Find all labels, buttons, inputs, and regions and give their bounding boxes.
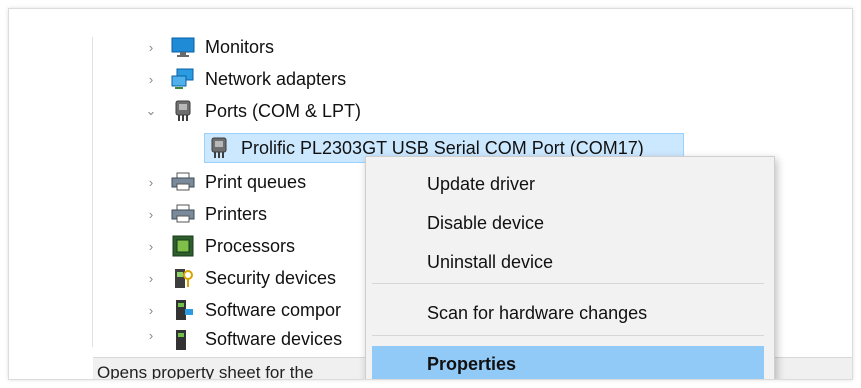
tree-item-monitors[interactable]: › Monitors (145, 33, 274, 61)
port-icon (207, 137, 231, 159)
chevron-down-icon[interactable]: ⌄ (145, 103, 157, 118)
tree-item-printers[interactable]: › Printers (145, 200, 267, 228)
menu-item-label: Properties (427, 354, 517, 374)
chevron-right-icon[interactable]: › (145, 175, 157, 190)
menu-item-uninstall-device[interactable]: Uninstall device (372, 244, 764, 280)
chevron-right-icon[interactable]: › (145, 40, 157, 55)
tree-item-security-devices[interactable]: › Security devices (145, 264, 336, 292)
menu-separator (372, 283, 764, 284)
chevron-right-icon[interactable]: › (145, 207, 157, 222)
chevron-right-icon[interactable]: › (145, 328, 157, 343)
tree-item-label: Printers (205, 203, 268, 224)
tree-item-label: Software devices (205, 329, 343, 349)
tree-item-processors[interactable]: › Processors (145, 232, 295, 260)
status-text: Opens property sheet for the (97, 363, 314, 380)
software-component-icon (171, 299, 195, 321)
tree-item-label: Print queues (205, 171, 307, 192)
port-icon (171, 100, 195, 122)
printer-icon (171, 171, 195, 193)
printer-icon (171, 203, 195, 225)
tree-item-print-queues[interactable]: › Print queues (145, 168, 306, 196)
menu-item-update-driver[interactable]: Update driver (372, 166, 764, 202)
tree-item-label: Monitors (205, 36, 275, 57)
menu-item-scan-hardware[interactable]: Scan for hardware changes (372, 295, 764, 331)
menu-item-label: Scan for hardware changes (427, 303, 648, 323)
tree-item-software-devices[interactable]: › Software devices (145, 326, 342, 351)
software-device-icon (171, 329, 195, 351)
tree-item-software-components[interactable]: › Software compor (145, 296, 341, 324)
chevron-right-icon[interactable]: › (145, 72, 157, 87)
menu-item-label: Uninstall device (427, 252, 554, 272)
context-menu: Update driver Disable device Uninstall d… (365, 156, 775, 379)
tree-item-ports[interactable]: ⌄ Ports (COM & LPT) (145, 97, 361, 125)
menu-separator (372, 335, 764, 336)
menu-item-label: Update driver (427, 174, 536, 194)
tree-item-label: Software compor (205, 299, 342, 320)
menu-item-label: Disable device (427, 213, 545, 233)
chevron-right-icon[interactable]: › (145, 271, 157, 286)
tree-item-label: Processors (205, 235, 296, 256)
network-adapter-icon (171, 68, 195, 90)
security-device-icon (171, 267, 195, 289)
tree-item-label: Ports (COM & LPT) (205, 100, 362, 121)
tree-left-border (92, 37, 93, 347)
menu-item-disable-device[interactable]: Disable device (372, 205, 764, 241)
tree-item-label: Security devices (205, 267, 337, 288)
menu-item-properties[interactable]: Properties (372, 346, 764, 379)
monitor-icon (171, 36, 195, 58)
device-manager-window: › Monitors › Network adapters ⌄ Ports (C… (8, 8, 853, 380)
tree-item-label: Network adapters (205, 68, 347, 89)
tree-item-network-adapters[interactable]: › Network adapters (145, 65, 346, 93)
chevron-right-icon[interactable]: › (145, 303, 157, 318)
chevron-right-icon[interactable]: › (145, 239, 157, 254)
processor-icon (171, 235, 195, 257)
